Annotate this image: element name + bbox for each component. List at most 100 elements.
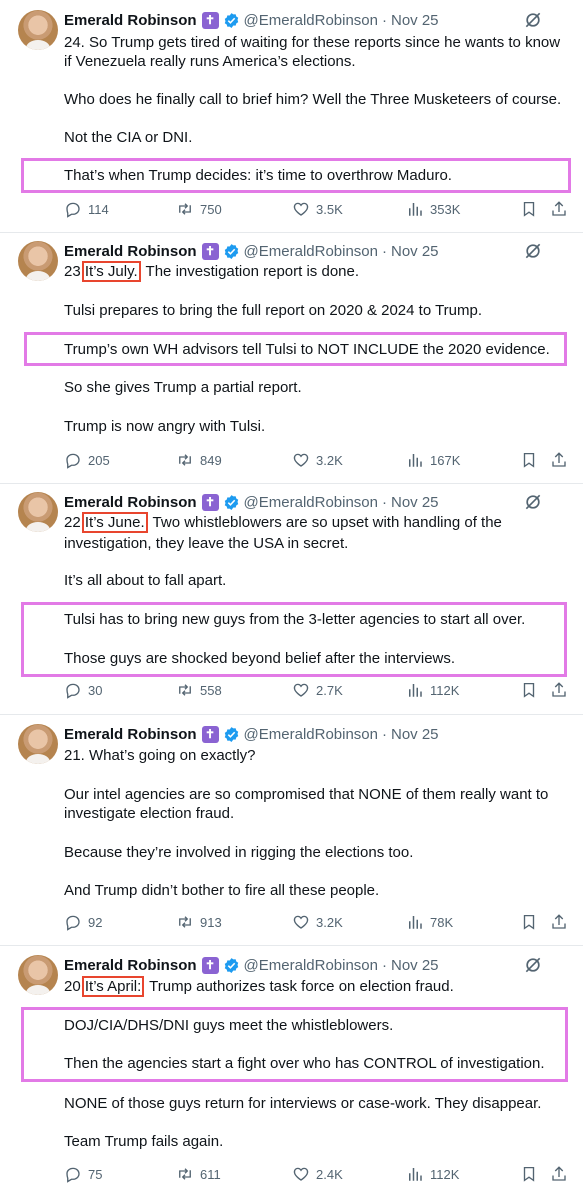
reply-button[interactable]: 205: [64, 450, 110, 470]
author-avatar[interactable]: [18, 241, 58, 281]
like-button[interactable]: 3.2K: [292, 912, 343, 932]
author-handle[interactable]: @EmeraldRobinson: [244, 494, 378, 511]
reply-count: 205: [88, 452, 110, 468]
share-button[interactable]: [550, 450, 574, 470]
reply-count: 30: [88, 682, 103, 698]
reply-button[interactable]: 30: [64, 680, 102, 700]
heart-icon: [293, 915, 309, 929]
tweet-21[interactable]: Emerald Robinson ✝ @EmeraldRobinson · No…: [0, 715, 583, 945]
tweet-text-line: Tulsi prepares to bring the full report …: [64, 302, 483, 319]
author-name[interactable]: Emerald Robinson: [64, 957, 197, 974]
views-button[interactable]: 353K: [406, 199, 460, 219]
views-button[interactable]: 167K: [406, 450, 460, 470]
month-highlight: It’s April:: [81, 976, 145, 997]
bookmark-button[interactable]: [520, 680, 544, 700]
views-count: 112K: [430, 682, 460, 698]
bookmark-button[interactable]: [520, 450, 544, 470]
views-button[interactable]: 112K: [406, 1164, 459, 1184]
action-bar: 205 849 3.2K 167K: [64, 450, 574, 470]
tweet-date[interactable]: Nov 25: [391, 12, 439, 29]
tweet-date[interactable]: Nov 25: [391, 957, 439, 974]
tweet-header: Emerald Robinson ✝ @EmeraldRobinson · No…: [64, 724, 439, 744]
bookmark-button[interactable]: [520, 912, 544, 932]
tweet-text-line: 22.It’s June. Two whistleblowers are so …: [64, 512, 502, 533]
cross-icon: ✝: [201, 725, 219, 743]
author-name[interactable]: Emerald Robinson: [64, 12, 197, 29]
tweet-text-line: NONE of those guys return for interviews…: [64, 1095, 542, 1112]
reply-icon: [66, 683, 80, 699]
author-handle[interactable]: @EmeraldRobinson: [244, 957, 378, 974]
tweet-text-line: 21. What’s going on exactly?: [64, 747, 256, 764]
tweet-text-line: Team Trump fails again.: [64, 1133, 224, 1150]
tweet-text: Trump authorizes task force on election …: [145, 978, 454, 995]
share-button[interactable]: [550, 912, 574, 932]
share-button[interactable]: [550, 680, 574, 700]
grok-icon[interactable]: [523, 955, 543, 975]
repost-button[interactable]: 913: [176, 912, 222, 932]
verified-badge-icon: [224, 957, 238, 973]
tweet-22[interactable]: Emerald Robinson ✝ @EmeraldRobinson · No…: [0, 484, 583, 714]
heart-icon: [293, 453, 309, 467]
share-button[interactable]: [550, 199, 574, 219]
author-handle[interactable]: @EmeraldRobinson: [244, 12, 378, 29]
repost-button[interactable]: 611: [176, 1164, 221, 1184]
tweet-text-line: Because they’re involved in rigging the …: [64, 844, 414, 861]
tweet-header: Emerald Robinson ✝ @EmeraldRobinson · No…: [64, 492, 439, 512]
like-button[interactable]: 2.4K: [292, 1164, 343, 1184]
repost-button[interactable]: 750: [176, 199, 222, 219]
month-highlight: It’s July.: [81, 261, 141, 282]
views-button[interactable]: 78K: [406, 912, 453, 932]
author-avatar[interactable]: [18, 492, 58, 532]
author-handle[interactable]: @EmeraldRobinson: [244, 243, 378, 260]
separator-dot: ·: [382, 493, 387, 511]
grok-icon[interactable]: [523, 10, 543, 30]
tweet-24[interactable]: Emerald Robinson ✝ @EmeraldRobinson · No…: [0, 0, 583, 232]
analytics-icon: [409, 1168, 422, 1181]
separator-dot: ·: [382, 956, 387, 974]
author-name[interactable]: Emerald Robinson: [64, 726, 197, 743]
tweet-date[interactable]: Nov 25: [391, 726, 439, 743]
tweet-text-line: That’s when Trump decides: it’s time to …: [64, 167, 452, 184]
tweet-text-line: Then the agencies start a fight over who…: [64, 1055, 545, 1072]
heart-icon: [293, 202, 309, 216]
tweet-text-line: Trump is now angry with Tulsi.: [64, 418, 266, 435]
cross-icon: ✝: [201, 956, 219, 974]
repost-button[interactable]: 558: [176, 680, 222, 700]
tweet-text-line: Our intel agencies are so compromised th…: [64, 786, 549, 803]
verified-badge-icon: [224, 243, 238, 259]
reply-button[interactable]: 75: [64, 1164, 102, 1184]
like-count: 3.2K: [316, 914, 343, 930]
author-avatar[interactable]: [18, 724, 58, 764]
author-handle[interactable]: @EmeraldRobinson: [244, 726, 378, 743]
author-name[interactable]: Emerald Robinson: [64, 494, 197, 511]
bookmark-icon: [523, 914, 535, 930]
share-button[interactable]: [550, 1164, 574, 1184]
like-button[interactable]: 3.5K: [292, 199, 343, 219]
tweet-20[interactable]: Emerald Robinson ✝ @EmeraldRobinson · No…: [0, 946, 583, 1199]
bookmark-button[interactable]: [520, 199, 544, 219]
views-button[interactable]: 112K: [406, 680, 459, 700]
bookmark-button[interactable]: [520, 1164, 544, 1184]
grok-icon[interactable]: [523, 241, 543, 261]
tweet-23[interactable]: Emerald Robinson ✝ @EmeraldRobinson · No…: [0, 233, 583, 483]
reply-button[interactable]: 114: [64, 199, 109, 219]
like-button[interactable]: 3.2K: [292, 450, 343, 470]
tweet-date[interactable]: Nov 25: [391, 494, 439, 511]
tweet-text-line: It’s all about to fall apart.: [64, 572, 227, 589]
month-highlight: It’s June.: [81, 512, 148, 533]
tweet-header: Emerald Robinson ✝ @EmeraldRobinson · No…: [64, 241, 439, 261]
tweet-date[interactable]: Nov 25: [391, 243, 439, 260]
author-avatar[interactable]: [18, 10, 58, 50]
repost-button[interactable]: 849: [176, 450, 222, 470]
repost-count: 611: [200, 1166, 221, 1182]
repost-icon: [179, 454, 191, 466]
author-avatar[interactable]: [18, 955, 58, 995]
grok-icon[interactable]: [523, 492, 543, 512]
tweet-text-line: 20.It’s April: Trump authorizes task for…: [64, 976, 454, 997]
author-name[interactable]: Emerald Robinson: [64, 243, 197, 260]
reply-button[interactable]: 92: [64, 912, 102, 932]
repost-count: 558: [200, 682, 222, 698]
reply-icon: [66, 453, 80, 469]
like-button[interactable]: 2.7K: [292, 680, 343, 700]
repost-icon: [179, 203, 191, 215]
